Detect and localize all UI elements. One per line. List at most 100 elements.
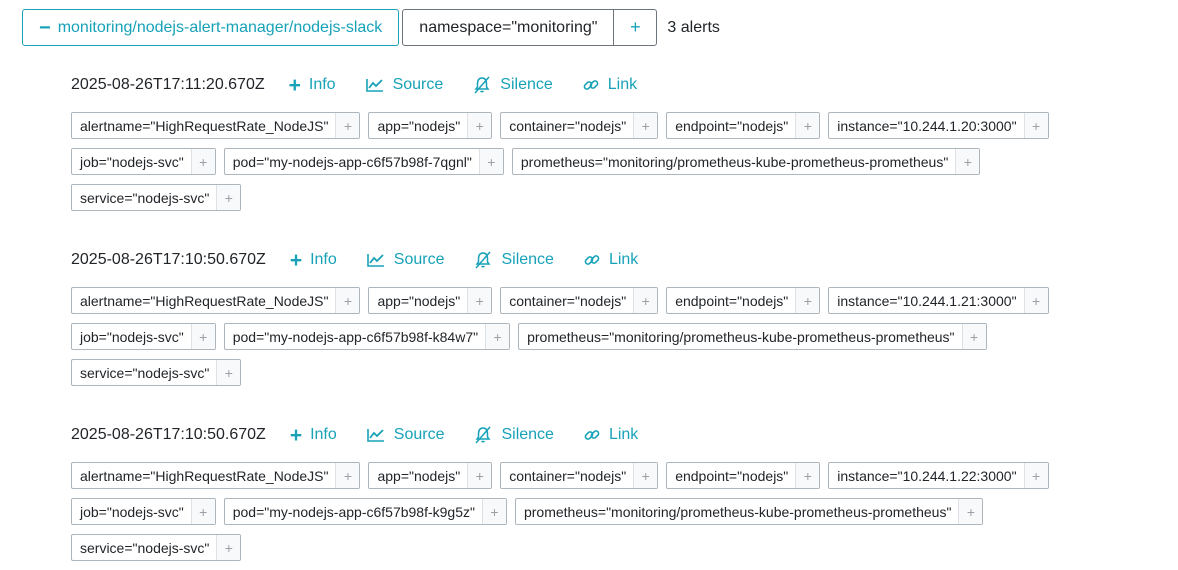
add-label-filter-button[interactable]: + xyxy=(795,288,820,313)
add-label-filter-button[interactable]: + xyxy=(216,360,241,385)
silence-link[interactable]: Silence xyxy=(473,76,553,94)
link-icon xyxy=(584,252,600,268)
add-label-filter-button[interactable]: + xyxy=(190,499,215,524)
label-chip[interactable]: app="nodejs" + xyxy=(368,287,493,314)
silence-label: Silence xyxy=(501,251,554,268)
add-label-filter-button[interactable]: + xyxy=(633,288,658,313)
label-chip[interactable]: container="nodejs" + xyxy=(500,462,659,489)
label-chip[interactable]: pod="my-nodejs-app-c6f57b98f-k84w7" + xyxy=(223,323,511,350)
add-label-filter-button[interactable]: + xyxy=(485,324,510,349)
label-text: app="nodejs" xyxy=(377,467,461,484)
label-chip[interactable]: alertname="HighRequestRate_NodeJS" + xyxy=(71,462,361,489)
label-text: instance="10.244.1.22:3000" xyxy=(837,467,1017,484)
link-link[interactable]: Link xyxy=(584,251,638,269)
add-label-filter-button[interactable]: + xyxy=(216,535,241,560)
add-label-filter-button[interactable]: + xyxy=(335,463,360,488)
source-label: Source xyxy=(393,426,445,443)
bell-slash-icon xyxy=(474,251,492,269)
label-text: app="nodejs" xyxy=(377,292,461,309)
label-chip[interactable]: endpoint="nodejs" + xyxy=(666,112,821,139)
add-label-filter-button[interactable]: + xyxy=(1023,113,1048,138)
add-label-filter-button[interactable]: + xyxy=(633,113,658,138)
info-label: Info xyxy=(310,426,337,443)
add-label-filter-button[interactable]: + xyxy=(190,324,215,349)
alert-item: 2025-08-26T17:11:20.670Z + Info Source S… xyxy=(71,73,1131,220)
label-chip[interactable]: prometheus="monitoring/prometheus-kube-p… xyxy=(511,148,981,175)
label-chip[interactable]: instance="10.244.1.21:3000" + xyxy=(828,287,1049,314)
label-chip[interactable]: job="nodejs-svc" + xyxy=(71,323,216,350)
add-label-filter-button[interactable]: + xyxy=(955,149,980,174)
namespace-filter-pill: namespace="monitoring" + xyxy=(402,9,658,46)
label-chip[interactable]: app="nodejs" + xyxy=(368,112,493,139)
add-label-filter-button[interactable]: + xyxy=(335,113,360,138)
source-link[interactable]: Source xyxy=(366,426,445,444)
info-label: Info xyxy=(308,76,336,93)
add-label-filter-button[interactable]: + xyxy=(467,113,492,138)
silence-link[interactable]: Silence xyxy=(474,426,554,444)
collapse-group-button[interactable]: − monitoring/nodejs-alert-manager/nodejs… xyxy=(22,9,400,46)
bell-slash-icon xyxy=(473,76,491,94)
label-chip[interactable]: endpoint="nodejs" + xyxy=(666,462,821,489)
chart-line-icon xyxy=(366,428,385,442)
add-label-filter-button[interactable]: + xyxy=(478,149,503,174)
add-label-filter-button[interactable]: + xyxy=(216,185,241,210)
label-text: endpoint="nodejs" xyxy=(675,467,789,484)
label-chip[interactable]: service="nodejs-svc" + xyxy=(71,184,242,211)
label-text: prometheus="monitoring/prometheus-kube-p… xyxy=(527,328,955,345)
label-chip[interactable]: prometheus="monitoring/prometheus-kube-p… xyxy=(514,498,984,525)
add-label-filter-button[interactable]: + xyxy=(1023,463,1048,488)
label-chip[interactable]: alertname="HighRequestRate_NodeJS" + xyxy=(71,287,361,314)
plus-icon: + xyxy=(288,73,301,97)
label-chip[interactable]: pod="my-nodejs-app-c6f57b98f-k9g5z" + xyxy=(223,498,507,525)
group-header: − monitoring/nodejs-alert-manager/nodejs… xyxy=(22,9,720,46)
label-chip[interactable]: job="nodejs-svc" + xyxy=(71,498,216,525)
label-text: endpoint="nodejs" xyxy=(675,292,789,309)
label-list: alertname="HighRequestRate_NodeJS" + app=… xyxy=(71,462,1131,570)
label-chip[interactable]: pod="my-nodejs-app-c6f57b98f-7qgnl" + xyxy=(223,148,504,175)
label-chip[interactable]: endpoint="nodejs" + xyxy=(666,287,821,314)
info-button[interactable]: + Info xyxy=(290,250,337,271)
add-label-filter-button[interactable]: + xyxy=(958,499,983,524)
label-chip[interactable]: app="nodejs" + xyxy=(368,462,493,489)
label-chip[interactable]: instance="10.244.1.20:3000" + xyxy=(828,112,1049,139)
add-label-filter-button[interactable]: + xyxy=(467,288,492,313)
label-text: pod="my-nodejs-app-c6f57b98f-k9g5z" xyxy=(232,503,475,520)
label-chip[interactable]: job="nodejs-svc" + xyxy=(71,148,216,175)
silence-label: Silence xyxy=(501,426,554,443)
add-filter-button[interactable]: + xyxy=(613,10,656,45)
link-link[interactable]: Link xyxy=(584,426,638,444)
label-chip[interactable]: container="nodejs" + xyxy=(500,112,659,139)
label-chip[interactable]: prometheus="monitoring/prometheus-kube-p… xyxy=(518,323,987,350)
add-label-filter-button[interactable]: + xyxy=(633,463,658,488)
label-chip[interactable]: container="nodejs" + xyxy=(500,287,659,314)
minus-icon: − xyxy=(39,16,51,39)
label-text: alertname="HighRequestRate_NodeJS" xyxy=(80,467,329,484)
add-label-filter-button[interactable]: + xyxy=(795,463,820,488)
label-chip[interactable]: service="nodejs-svc" + xyxy=(71,534,242,561)
alert-timestamp: 2025-08-26T17:11:20.670Z xyxy=(71,76,265,93)
add-label-filter-button[interactable]: + xyxy=(1023,288,1048,313)
add-label-filter-button[interactable]: + xyxy=(481,499,506,524)
add-label-filter-button[interactable]: + xyxy=(961,324,986,349)
silence-link[interactable]: Silence xyxy=(474,251,554,269)
label-chip[interactable]: instance="10.244.1.22:3000" + xyxy=(828,462,1049,489)
add-label-filter-button[interactable]: + xyxy=(335,288,360,313)
alert-header: 2025-08-26T17:10:50.670Z + Info Source S… xyxy=(71,423,1131,447)
label-chip[interactable]: alertname="HighRequestRate_NodeJS" + xyxy=(71,112,361,139)
add-label-filter-button[interactable]: + xyxy=(190,149,215,174)
label-text: pod="my-nodejs-app-c6f57b98f-7qgnl" xyxy=(232,153,472,170)
label-text: service="nodejs-svc" xyxy=(80,539,210,556)
info-button[interactable]: + Info xyxy=(290,425,337,446)
alert-timestamp: 2025-08-26T17:10:50.670Z xyxy=(71,251,266,268)
add-label-filter-button[interactable]: + xyxy=(795,113,820,138)
add-label-filter-button[interactable]: + xyxy=(467,463,492,488)
source-label: Source xyxy=(392,76,444,93)
label-chip[interactable]: service="nodejs-svc" + xyxy=(71,359,242,386)
source-label: Source xyxy=(393,251,445,268)
info-button[interactable]: + Info xyxy=(289,75,336,96)
source-link[interactable]: Source xyxy=(366,251,445,269)
source-link[interactable]: Source xyxy=(365,76,444,94)
link-link[interactable]: Link xyxy=(583,76,637,94)
link-icon xyxy=(583,77,599,93)
bell-slash-icon xyxy=(474,426,492,444)
